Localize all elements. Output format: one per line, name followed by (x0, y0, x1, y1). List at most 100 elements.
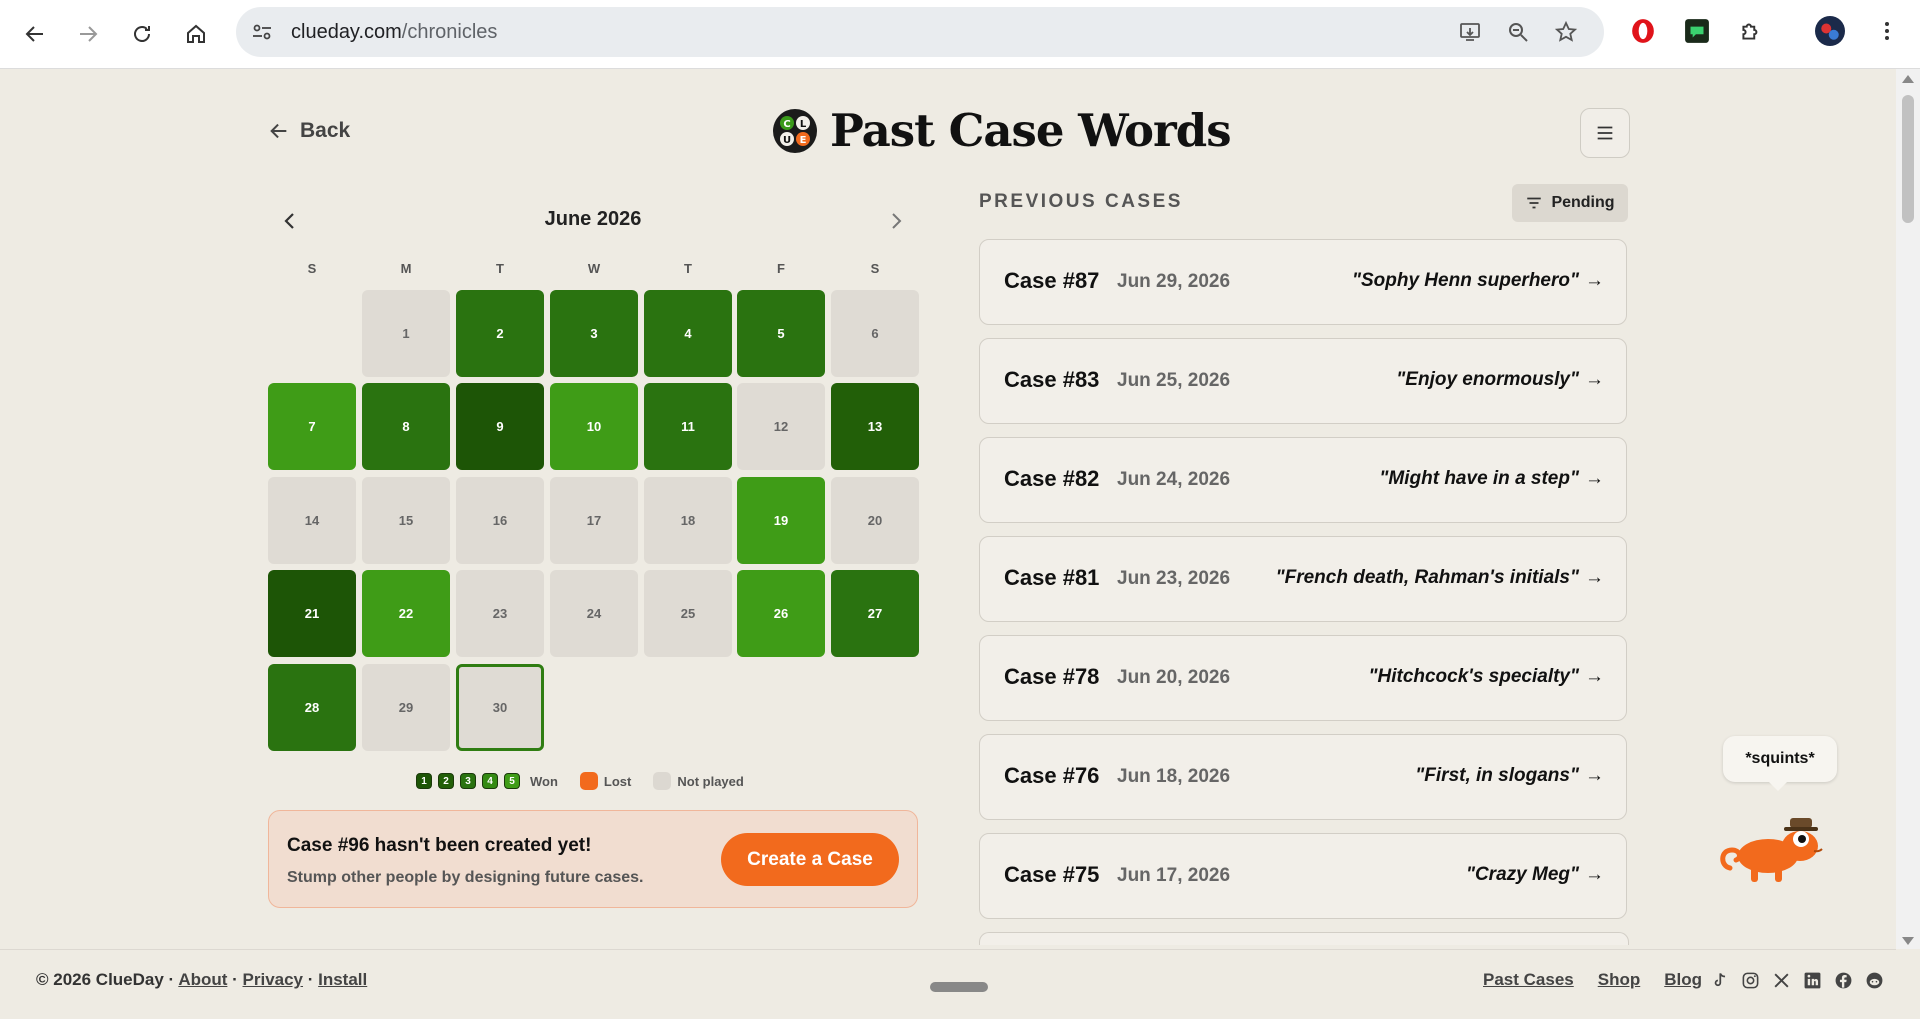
calendar-day-23[interactable]: 23 (456, 570, 544, 657)
svg-text:L: L (800, 119, 807, 130)
footer-link-install[interactable]: Install (318, 970, 367, 989)
instagram-icon[interactable] (1740, 970, 1760, 990)
calendar-day-29[interactable]: 29 (362, 664, 450, 751)
case-number: Case #76 (1004, 763, 1100, 788)
calendar-day-10[interactable]: 10 (550, 383, 638, 470)
create-case-banner: Case #96 hasn't been created yet! Stump … (268, 810, 918, 908)
address-bar[interactable]: clueday.com/chronicles (236, 7, 1604, 57)
calendar-day-9[interactable]: 9 (456, 383, 544, 470)
calendar-day-25[interactable]: 25 (644, 570, 732, 657)
scroll-up-icon[interactable] (1902, 75, 1914, 83)
chat-extension-icon[interactable] (1682, 16, 1712, 46)
mascot-speech-bubble: *squints* (1723, 736, 1837, 782)
back-label: Back (300, 119, 351, 142)
calendar-day-13[interactable]: 13 (831, 383, 919, 470)
extensions-puzzle-icon[interactable] (1736, 16, 1766, 46)
case-card[interactable]: Case #87 Jun 29, 2026 "Sophy Henn superher… (979, 239, 1627, 325)
calendar-day-26[interactable]: 26 (737, 570, 825, 657)
drag-handle[interactable] (930, 982, 988, 992)
home-icon[interactable] (176, 14, 216, 54)
case-clue: "Enjoy enormously" → (1396, 369, 1604, 391)
right-arrow-icon: → (1585, 765, 1604, 786)
scrollbar-thumb[interactable] (1902, 95, 1914, 223)
case-date: Jun 25, 2026 (1117, 370, 1231, 391)
install-app-icon[interactable] (1458, 20, 1482, 44)
x-icon[interactable] (1771, 970, 1791, 990)
calendar-day-14[interactable]: 14 (268, 477, 356, 564)
calendar-day-18[interactable]: 18 (644, 477, 732, 564)
calendar-day-22[interactable]: 22 (362, 570, 450, 657)
case-clue: "Hitchcock's specialty" → (1368, 666, 1604, 688)
case-card[interactable]: Case #76 Jun 18, 2026 "First, in slogans" → (979, 734, 1627, 820)
footer-link-past-cases[interactable]: Past Cases (1483, 970, 1574, 990)
tiktok-icon[interactable] (1709, 970, 1729, 990)
browser-menu-icon[interactable] (1872, 16, 1902, 46)
case-card[interactable]: Case #78 Jun 20, 2026 "Hitchcock's special… (979, 635, 1627, 721)
case-card[interactable]: Case #82 Jun 24, 2026 "Might have in a ste… (979, 437, 1627, 523)
reddit-icon[interactable] (1864, 970, 1884, 990)
opera-extension-icon[interactable] (1628, 16, 1658, 46)
back-arrow-icon[interactable] (15, 14, 55, 54)
footer-link-blog[interactable]: Blog (1664, 970, 1702, 990)
back-link[interactable]: Back (268, 119, 350, 143)
calendar-day-20[interactable]: 20 (831, 477, 919, 564)
weekday-label: T (496, 261, 504, 276)
calendar-day-27[interactable]: 27 (831, 570, 919, 657)
case-date: Jun 18, 2026 (1117, 766, 1231, 787)
reload-icon[interactable] (122, 14, 162, 54)
case-card[interactable]: Case #81 Jun 23, 2026 "French death, Rahma… (979, 536, 1627, 622)
calendar-day-3[interactable]: 3 (550, 290, 638, 377)
site-settings-icon[interactable] (250, 20, 274, 44)
right-arrow-icon: → (1585, 666, 1604, 687)
vertical-scrollbar[interactable] (1896, 69, 1920, 949)
footer-left: © 2026 ClueDay · About · Privacy · Insta… (36, 970, 367, 990)
footer-link-about[interactable]: About (178, 970, 227, 989)
calendar-day-2[interactable]: 2 (456, 290, 544, 377)
scroll-down-icon[interactable] (1902, 937, 1914, 945)
footer-separator: · (227, 970, 243, 989)
calendar-day-5[interactable]: 5 (737, 290, 825, 377)
svg-text:C: C (783, 119, 790, 130)
create-case-subtitle: Stump other people by designing future c… (287, 869, 644, 886)
forward-arrow-icon[interactable] (68, 14, 108, 54)
calendar-day-11[interactable]: 11 (644, 383, 732, 470)
linkedin-icon[interactable] (1802, 970, 1822, 990)
case-card[interactable]: Case #75 Jun 17, 2026 "Crazy Meg" → (979, 833, 1627, 919)
calendar-day-24[interactable]: 24 (550, 570, 638, 657)
calendar-day-30[interactable]: 30 (456, 664, 544, 751)
weekday-label: W (587, 261, 601, 276)
chameleon-detective-mascot[interactable] (1718, 812, 1830, 884)
zoom-icon[interactable] (1506, 20, 1530, 44)
svg-text:U: U (783, 135, 791, 146)
bookmark-star-icon[interactable] (1554, 20, 1578, 44)
calendar-day-15[interactable]: 15 (362, 477, 450, 564)
url-text[interactable]: clueday.com/chronicles (291, 21, 497, 44)
calendar-day-19[interactable]: 19 (737, 477, 825, 564)
copyright-text: © 2026 ClueDay (36, 970, 164, 989)
facebook-icon[interactable] (1833, 970, 1853, 990)
calendar-day-1[interactable]: 1 (362, 290, 450, 377)
calendar-day-16[interactable]: 16 (456, 477, 544, 564)
calendar-day-21[interactable]: 21 (268, 570, 356, 657)
calendar-day-8[interactable]: 8 (362, 383, 450, 470)
create-case-button[interactable]: Create a Case (721, 833, 899, 886)
list-item-partial[interactable] (979, 932, 1629, 945)
next-month-icon[interactable] (884, 209, 908, 233)
calendar-day-7[interactable]: 7 (268, 383, 356, 470)
calendar-day-17[interactable]: 17 (550, 477, 638, 564)
pending-filter-button[interactable]: Pending (1512, 184, 1628, 222)
calendar-day-28[interactable]: 28 (268, 664, 356, 751)
profile-avatar[interactable] (1815, 16, 1845, 46)
footer-link-shop[interactable]: Shop (1598, 970, 1641, 990)
calendar-day-12[interactable]: 12 (737, 383, 825, 470)
weekday-label: M (400, 261, 412, 276)
footer-link-privacy[interactable]: Privacy (243, 970, 304, 989)
url-host: clueday.com (291, 21, 402, 43)
calendar-day-6[interactable]: 6 (831, 290, 919, 377)
hamburger-menu-button[interactable] (1580, 108, 1630, 158)
case-card[interactable]: Case #83 Jun 25, 2026 "Enjoy enormously" → (979, 338, 1627, 424)
calendar-day-4[interactable]: 4 (644, 290, 732, 377)
page-title: Past Case Words (830, 104, 1232, 157)
legend-won-levels: 12345 (416, 773, 520, 789)
calendar-month-label: June 2026 (544, 208, 642, 230)
